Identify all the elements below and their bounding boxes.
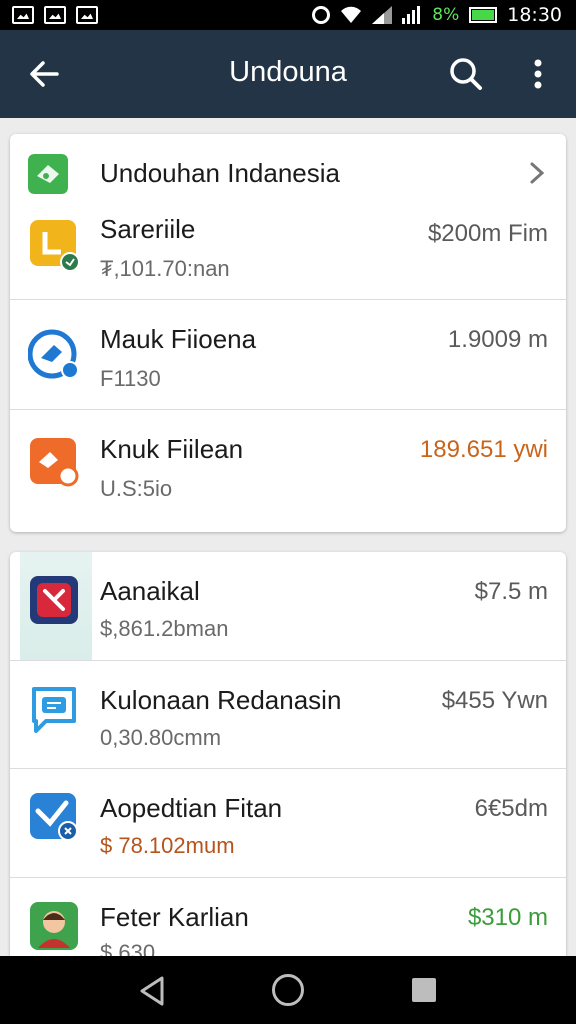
- gallery-notification-icon: [12, 6, 34, 24]
- battery-icon: [469, 7, 498, 23]
- item-title: Aopedtian Fitan: [100, 793, 283, 823]
- list-item[interactable]: Feter Karlian $ 630 $310 m: [10, 878, 566, 956]
- item-value: 189.651 ywi: [419, 436, 548, 463]
- search-button[interactable]: [444, 52, 488, 96]
- item-value: $455 Ywn: [441, 687, 548, 714]
- card-header[interactable]: Undouhan Indanesia: [10, 134, 566, 210]
- chat-app-icon: [32, 687, 76, 733]
- accounts-card-2: Aanaikal $,861.2bman $7.5 m Kulonaan Red…: [10, 552, 566, 956]
- item-title: Feter Karlian: [100, 902, 249, 932]
- calendar-app-icon: [30, 576, 78, 624]
- card-header-title: Undouhan Indanesia: [100, 158, 340, 188]
- item-value: 6€5dm: [474, 795, 548, 822]
- nav-home-icon[interactable]: [272, 974, 304, 1006]
- mail-app-icon: [30, 793, 78, 841]
- wallet-app-icon: [30, 220, 80, 270]
- list-item[interactable]: Sareriile ₮,101.70:nan $200m Fim: [10, 210, 566, 300]
- search-icon: [450, 58, 482, 90]
- item-subtitle: F1130: [100, 366, 161, 391]
- item-subtitle: 0,30.80cmm: [100, 725, 222, 750]
- item-value: 1.9009 m: [447, 326, 548, 353]
- signal-2-icon: [402, 6, 421, 24]
- more-vert-icon: [534, 59, 542, 89]
- alarm-icon: [312, 6, 331, 24]
- list-item[interactable]: Kulonaan Redanasin 0,30.80cmm $455 Ywn: [10, 661, 566, 769]
- item-subtitle: ₮,101.70:nan: [100, 256, 230, 281]
- finance-app-icon: [28, 154, 68, 194]
- battery-percent: 8%: [432, 5, 460, 25]
- list-item[interactable]: Aopedtian Fitan $ 78.102mum 6€5dm: [10, 769, 566, 878]
- item-value: $200m Fim: [427, 220, 548, 247]
- app-bar: Undouna: [0, 30, 576, 118]
- item-title: Mauk Fiioena: [100, 324, 257, 354]
- photo-notification-icon: [44, 6, 66, 24]
- chevron-right-icon: [530, 162, 545, 184]
- item-subtitle: $ 78.102mum: [100, 833, 235, 858]
- item-value: $7.5 m: [474, 578, 548, 605]
- clock: 18:30: [507, 4, 562, 26]
- accounts-card-1: Undouhan Indanesia Sareriile ₮,101.70:na…: [10, 134, 566, 532]
- system-nav-bar: [0, 956, 576, 1024]
- item-title: Sareriile: [100, 214, 196, 244]
- item-subtitle: $ 630: [100, 940, 156, 956]
- status-bar: 8% 18:30: [0, 0, 576, 30]
- contact-avatar-icon: [30, 902, 78, 950]
- nav-recents-icon[interactable]: [412, 978, 436, 1002]
- item-title: Knuk Fiilean: [100, 434, 244, 464]
- item-title: Kulonaan Redanasin: [100, 685, 342, 715]
- nav-back-icon[interactable]: [136, 974, 170, 1008]
- image-notification-icon: [76, 6, 98, 24]
- wifi-icon: [341, 6, 362, 23]
- item-subtitle: $,861.2bman: [100, 616, 229, 641]
- page-title: Undouna: [229, 56, 347, 88]
- status-right: 8% 18:30: [312, 4, 562, 26]
- status-left: [12, 6, 98, 24]
- list-item[interactable]: Mauk Fiioena F1130 1.9009 m: [10, 300, 566, 410]
- item-title: Aanaikal: [100, 576, 200, 606]
- signal-icon: [372, 6, 393, 24]
- more-options-button[interactable]: [518, 52, 558, 96]
- bird-app-icon: [30, 438, 79, 487]
- list-item[interactable]: Aanaikal $,861.2bman $7.5 m: [10, 552, 566, 661]
- list-item[interactable]: Knuk Fiilean U.S:5io 189.651 ywi: [10, 410, 566, 532]
- messenger-app-icon: [28, 329, 79, 379]
- item-value: $310 m: [467, 904, 548, 931]
- item-subtitle: U.S:5io: [100, 476, 173, 501]
